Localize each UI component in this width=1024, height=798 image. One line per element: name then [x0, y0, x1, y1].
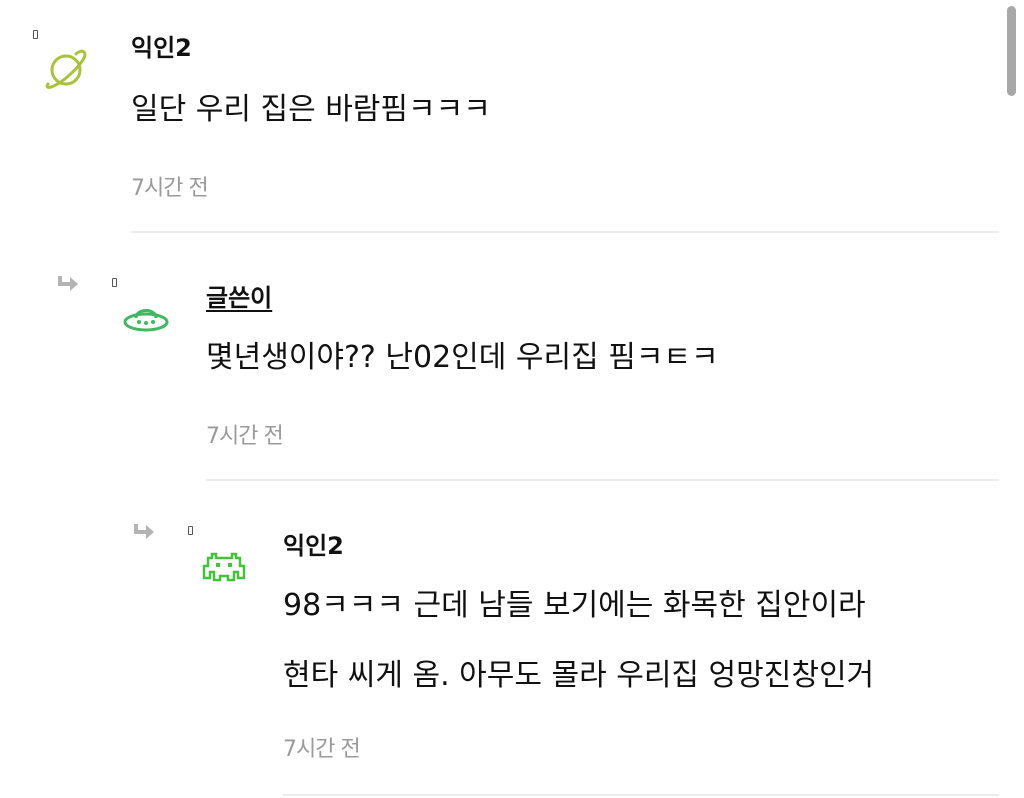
- divider: [206, 479, 999, 481]
- comment-author[interactable]: 글쓴이: [206, 278, 272, 313]
- reply-arrow-icon: [134, 524, 154, 539]
- divider: [283, 794, 999, 796]
- comment-marker: [112, 278, 117, 287]
- comment-body-line: 현타 씨게 옴. 아무도 몰라 우리집 엉망진창인거: [283, 658, 875, 693]
- comment-thread: 익인2 일단 우리 집은 바람핌ㅋㅋㅋ 7시간 전 글쓴이 몇년생이야?? 난0…: [0, 0, 1024, 798]
- planet-icon: [45, 49, 87, 89]
- comment-time: 7시간 전: [283, 737, 361, 762]
- space-invader-icon: [202, 552, 246, 582]
- comment-time: 7시간 전: [206, 424, 284, 449]
- comment-time: 7시간 전: [131, 176, 209, 201]
- divider: [131, 231, 999, 233]
- ufo-icon: [123, 309, 169, 332]
- comment-body-line: 98ㅋㅋㅋ 근데 남들 보기에는 화목한 집안이라: [283, 588, 866, 623]
- comment-marker: [33, 30, 38, 39]
- comment-body-line: 일단 우리 집은 바람핌ㅋㅋㅋ: [131, 92, 491, 127]
- comment-author[interactable]: 익인2: [283, 526, 344, 561]
- comment-marker: [188, 526, 193, 535]
- reply-arrow-icon: [58, 276, 78, 291]
- vertical-scrollbar[interactable]: [1007, 6, 1016, 96]
- comment-author[interactable]: 익인2: [131, 28, 192, 63]
- comment-body-line: 몇년생이야?? 난02인데 우리집 핌ㅋㅌㅋ: [206, 340, 719, 375]
